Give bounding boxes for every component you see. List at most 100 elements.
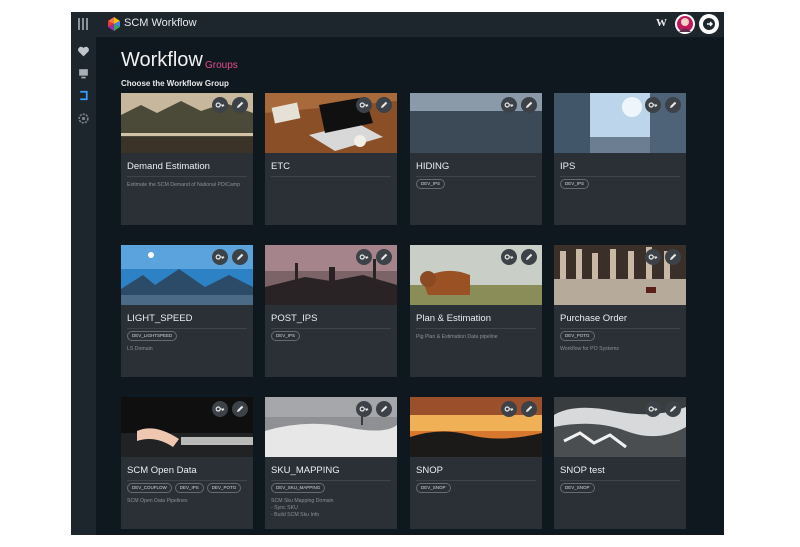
card-key-button[interactable] xyxy=(645,97,661,113)
sidebar-item-favorites[interactable] xyxy=(77,45,90,58)
card-title: SNOP test xyxy=(560,465,605,476)
gear-icon xyxy=(78,113,89,124)
card-title: HIDING xyxy=(416,161,450,172)
card-key-button[interactable] xyxy=(645,401,661,417)
card-key-button[interactable] xyxy=(645,249,661,265)
workflow-group-card[interactable]: LIGHT_SPEED DEV_LIGHTSPEED LS Domain xyxy=(121,245,253,377)
pencil-icon xyxy=(237,405,244,412)
workflow-group-card[interactable]: Plan & Estimation Pig Plan & Estimation D… xyxy=(410,245,542,377)
key-icon xyxy=(504,102,514,108)
card-key-button[interactable] xyxy=(356,97,372,113)
app-logo-icon xyxy=(108,17,120,31)
card-key-button[interactable] xyxy=(501,401,517,417)
avatar[interactable] xyxy=(675,14,695,34)
card-description: Workflow for PO Systems xyxy=(560,346,619,352)
sidebar-item-workflow[interactable] xyxy=(77,89,90,102)
key-icon xyxy=(648,254,658,260)
tag-chip[interactable]: DEV_POTG xyxy=(206,483,242,493)
card-edit-button[interactable] xyxy=(232,249,248,265)
card-edit-button[interactable] xyxy=(232,401,248,417)
card-description: Estimate the SCM Demand of National PD/C… xyxy=(127,182,241,188)
tag-chip[interactable]: DEV_SNOP xyxy=(560,483,595,493)
monitor-icon xyxy=(79,69,88,79)
workflow-group-card[interactable]: SKU_MAPPING DEV_SKU_MAPPING SCM Sku Mappin… xyxy=(265,397,397,529)
card-edit-button[interactable] xyxy=(376,249,392,265)
card-divider xyxy=(416,328,536,329)
card-title: Purchase Order xyxy=(560,313,628,324)
card-edit-button[interactable] xyxy=(521,401,537,417)
card-divider xyxy=(127,480,247,481)
tag-chip[interactable]: DEV_IPS xyxy=(271,331,301,341)
card-edit-button[interactable] xyxy=(376,97,392,113)
workflow-group-card[interactable]: SCM Open Data DEV_COUFLOW DEV_IPS DEV_POTG S… xyxy=(121,397,253,529)
card-divider xyxy=(560,480,680,481)
tag-chip[interactable]: DEV_IPS xyxy=(416,179,446,189)
card-edit-button[interactable] xyxy=(521,249,537,265)
key-icon xyxy=(648,406,658,412)
logout-icon xyxy=(703,18,715,30)
page-title: Workflow xyxy=(121,49,203,71)
card-title: Plan & Estimation xyxy=(416,313,491,324)
workflow-group-card[interactable]: ETC xyxy=(265,93,397,225)
card-tag-list: DEV_SNOP xyxy=(416,483,451,493)
card-description: SCM Open Data Pipelines xyxy=(127,498,188,504)
pencil-icon xyxy=(526,253,533,260)
card-edit-button[interactable] xyxy=(376,401,392,417)
card-title: SNOP xyxy=(416,465,443,476)
card-edit-button[interactable] xyxy=(521,97,537,113)
card-title: ETC xyxy=(271,161,290,172)
workflow-group-card[interactable]: Demand Estimation Estimate the SCM Demand… xyxy=(121,93,253,225)
pencil-icon xyxy=(670,253,677,260)
tag-chip[interactable]: DEV_IPS xyxy=(174,483,204,493)
card-edit-button[interactable] xyxy=(665,97,681,113)
pencil-icon xyxy=(526,405,533,412)
card-key-button[interactable] xyxy=(212,401,228,417)
card-description: - Build SCM Sku Info xyxy=(271,512,320,518)
tag-chip[interactable]: DEV_SNOP xyxy=(416,483,451,493)
card-tag-list: DEV_IPS xyxy=(560,179,590,189)
workflow-group-card[interactable]: HIDING DEV_IPS xyxy=(410,93,542,225)
tag-chip[interactable]: DEV_IPS xyxy=(560,179,590,189)
app-title: SCM Workflow xyxy=(124,17,197,29)
tag-chip[interactable]: DEV_POTG xyxy=(560,331,595,341)
sidebar-item-settings[interactable] xyxy=(77,112,90,125)
workflow-group-card[interactable]: IPS DEV_IPS xyxy=(554,93,686,225)
section-label: Choose the Workflow Group xyxy=(121,79,229,88)
card-edit-button[interactable] xyxy=(232,97,248,113)
card-key-button[interactable] xyxy=(501,249,517,265)
card-divider xyxy=(416,176,536,177)
card-tag-list: DEV_IPS xyxy=(416,179,446,189)
card-key-button[interactable] xyxy=(356,401,372,417)
workflow-group-card[interactable]: SNOP test DEV_SNOP xyxy=(554,397,686,529)
card-key-button[interactable] xyxy=(212,249,228,265)
card-divider xyxy=(127,328,247,329)
card-description: - Sync SKU xyxy=(271,505,298,511)
menu-icon[interactable] xyxy=(77,18,89,31)
card-edit-button[interactable] xyxy=(665,249,681,265)
key-icon xyxy=(215,102,225,108)
workflow-group-card[interactable]: SNOP DEV_SNOP xyxy=(410,397,542,529)
w-icon[interactable]: W xyxy=(656,17,667,29)
card-tag-list: DEV_COUFLOW DEV_IPS DEV_POTG xyxy=(127,483,242,493)
pencil-icon xyxy=(237,253,244,260)
logout-button[interactable] xyxy=(699,14,719,34)
tag-chip[interactable]: DEV_COUFLOW xyxy=(127,483,172,493)
card-title: Demand Estimation xyxy=(127,161,210,172)
card-tag-list: DEV_IPS xyxy=(271,331,301,341)
card-key-button[interactable] xyxy=(501,97,517,113)
sidebar-item-monitor[interactable] xyxy=(77,67,90,80)
tag-chip[interactable]: DEV_SKU_MAPPING xyxy=(271,483,326,493)
top-bar: SCM Workflow W xyxy=(71,12,724,37)
key-icon xyxy=(215,254,225,260)
tag-chip[interactable]: DEV_LIGHTSPEED xyxy=(127,331,178,341)
page-subtitle: Groups xyxy=(205,60,238,71)
card-key-button[interactable] xyxy=(212,97,228,113)
card-edit-button[interactable] xyxy=(665,401,681,417)
card-tag-list: DEV_SNOP xyxy=(560,483,595,493)
card-key-button[interactable] xyxy=(356,249,372,265)
workflow-group-card[interactable]: Purchase Order DEV_POTG Workflow for PO Sy… xyxy=(554,245,686,377)
key-icon xyxy=(215,406,225,412)
pencil-icon xyxy=(381,405,388,412)
workflow-group-card[interactable]: POST_IPS DEV_IPS xyxy=(265,245,397,377)
key-icon xyxy=(648,102,658,108)
